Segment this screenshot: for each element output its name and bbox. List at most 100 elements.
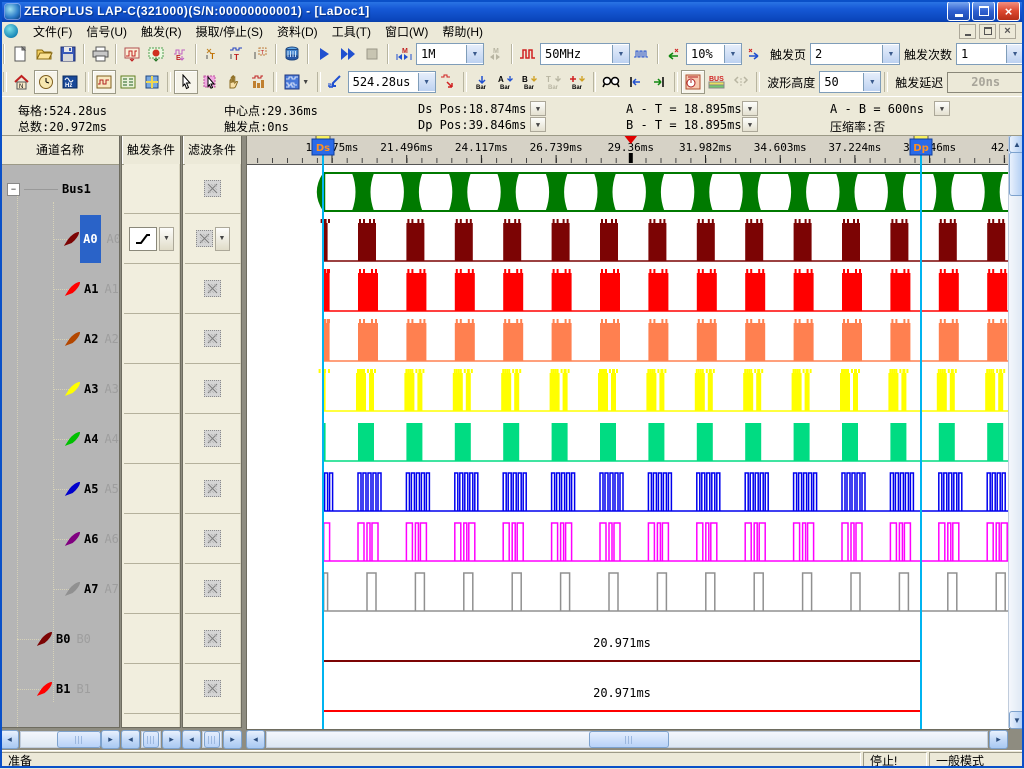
mdi-close-button[interactable]: × xyxy=(999,24,1016,39)
channel-id[interactable]: B0 xyxy=(56,632,70,646)
menu-4[interactable]: 资料(D) xyxy=(270,22,325,41)
run-repeat-button[interactable] xyxy=(336,42,360,66)
channel-row-A7[interactable]: A7A7 xyxy=(1,564,120,614)
dont-care-box[interactable] xyxy=(204,280,221,297)
trigger-ratio-dropdown[interactable]: ▼ xyxy=(724,45,741,63)
dont-care-box[interactable] xyxy=(204,580,221,597)
menu-0[interactable]: 文件(F) xyxy=(26,22,79,41)
filter-cell-B1[interactable] xyxy=(185,664,241,714)
channel-id[interactable]: A6 xyxy=(84,532,98,546)
memory-depth-combo[interactable]: 1M ▼ xyxy=(416,43,484,65)
zoom-in-cursor-icon[interactable] xyxy=(324,70,348,94)
trigger-delay-field[interactable]: 20ns xyxy=(947,72,1024,93)
channel-row-A2[interactable]: A2A2 xyxy=(1,314,120,364)
bus-analyzer-button[interactable] xyxy=(280,42,304,66)
minimize-button[interactable] xyxy=(947,1,970,21)
scroll-left-button[interactable]: ◂ xyxy=(0,730,19,749)
channel-row-B0[interactable]: B0B0 xyxy=(1,614,120,664)
waveform-area[interactable]: 18.875ms21.496ms24.117ms26.739ms29.36ms3… xyxy=(246,134,1010,730)
trigger-ratio-combo[interactable]: 10% ▼ xyxy=(686,43,742,65)
scroll-left-button[interactable]: ◂ xyxy=(246,730,265,749)
open-file-button[interactable] xyxy=(32,42,56,66)
trigger-cell-A2[interactable] xyxy=(124,314,180,364)
scroll-right-button[interactable]: ▸ xyxy=(223,730,242,749)
trigger-page-combo[interactable]: 2 ▼ xyxy=(810,43,900,65)
new-file-button[interactable] xyxy=(8,42,32,66)
memory-depth-dropdown[interactable]: ▼ xyxy=(466,45,483,63)
dont-care-box[interactable] xyxy=(204,430,221,447)
goto-start-icon[interactable] xyxy=(623,70,647,94)
scroll-thumb[interactable] xyxy=(57,731,101,748)
channel-row-B1[interactable]: B1B1 xyxy=(1,664,120,714)
capture-wave-red-button[interactable] xyxy=(120,42,144,66)
channel-row-A0[interactable]: A0A0 xyxy=(1,214,120,264)
filter-cell-A2[interactable] xyxy=(185,314,241,364)
trigger-cell-A6[interactable] xyxy=(124,514,180,564)
filter-cell-B0[interactable] xyxy=(185,614,241,664)
scroll-thumb[interactable] xyxy=(143,731,159,748)
multi-select-cursor-button[interactable] xyxy=(198,70,222,94)
trigger-count-combo[interactable]: 1 ▼ xyxy=(956,43,1024,65)
filter-cell-A1[interactable] xyxy=(185,264,241,314)
sampling-wave-icon[interactable] xyxy=(630,42,654,66)
channel-row-A1[interactable]: A1A1 xyxy=(1,264,120,314)
title-bar[interactable]: ZEROPLUS LAP-C(321000)(S/N:00000000001) … xyxy=(0,0,1024,22)
restore-button[interactable] xyxy=(972,1,995,21)
stop-button[interactable] xyxy=(360,42,384,66)
bar-dropdown-icon[interactable]: Bar xyxy=(470,70,494,94)
mdi-minimize-button[interactable] xyxy=(959,24,976,39)
a-t-dropdown[interactable]: ▼ xyxy=(742,101,758,116)
bus-view-button[interactable]: BUS xyxy=(705,70,729,94)
dont-care-box[interactable] xyxy=(204,180,221,197)
menu-6[interactable]: 窗口(W) xyxy=(378,22,435,41)
scroll-left-button[interactable]: ◂ xyxy=(121,730,140,749)
memory-page-next-icon[interactable]: M xyxy=(484,42,508,66)
close-button[interactable]: × xyxy=(997,1,1020,21)
menu-1[interactable]: 信号(U) xyxy=(79,22,134,41)
channel-id[interactable]: A0 xyxy=(80,215,100,263)
time-div-dropdown[interactable]: ▼ xyxy=(418,73,435,91)
filter-cell-A7[interactable] xyxy=(185,564,241,614)
channel-id[interactable]: A4 xyxy=(84,432,98,446)
trigger-cell-A0[interactable]: ▼ xyxy=(124,214,180,264)
save-button[interactable] xyxy=(56,42,80,66)
menu-3[interactable]: 摄取/停止(S) xyxy=(189,22,270,41)
trigger-mark-wave-button[interactable]: T xyxy=(224,42,248,66)
sampling-setup-icon[interactable] xyxy=(516,42,540,66)
a-b-dropdown[interactable]: ▼ xyxy=(934,101,950,116)
dont-care-box[interactable] xyxy=(204,530,221,547)
trigger-cell-bus[interactable] xyxy=(124,164,180,214)
hand-tool-button[interactable] xyxy=(222,70,246,94)
dont-care-box[interactable] xyxy=(196,230,213,247)
channel-id[interactable]: A3 xyxy=(84,382,98,396)
trigger-cell-A1[interactable] xyxy=(124,264,180,314)
waveform-horizontal-scrollbar[interactable]: ◂ ▸ xyxy=(246,728,1008,750)
bus-row[interactable]: −Bus1 xyxy=(1,164,120,214)
rising-edge-button[interactable] xyxy=(129,227,157,251)
trigger-cell-extra[interactable] xyxy=(124,714,180,728)
filter-cell-A0[interactable]: ▼ xyxy=(185,214,241,264)
sample-rate-combo[interactable]: 50MHz ▼ xyxy=(540,43,630,65)
dp-pos-dropdown[interactable]: ▼ xyxy=(530,117,546,132)
waveform-vertical-scrollbar[interactable]: ▲ ▼ xyxy=(1008,134,1024,728)
filter-cell-extra[interactable] xyxy=(185,714,241,728)
t-bar-icon[interactable]: TBar xyxy=(542,70,566,94)
memory-page-prev-icon[interactable]: M xyxy=(392,42,416,66)
condition-dropdown[interactable]: ▼ xyxy=(159,227,174,251)
channel-id[interactable]: A2 xyxy=(84,332,98,346)
zoom-out-cursor-icon[interactable] xyxy=(436,70,460,94)
timing-mode-button[interactable] xyxy=(681,70,705,94)
run-button[interactable] xyxy=(312,42,336,66)
a-bar-icon[interactable]: ABar xyxy=(494,70,518,94)
trigger-cell-A4[interactable] xyxy=(124,414,180,464)
frequency-button[interactable]: Hz xyxy=(58,70,82,94)
scroll-thumb[interactable] xyxy=(204,731,220,748)
trigger-count-dropdown[interactable]: ▼ xyxy=(1006,45,1023,63)
filter-cell-A5[interactable] xyxy=(185,464,241,514)
trigger-panel-scrollbar[interactable]: ◂ ▸ xyxy=(121,728,181,750)
bus-pattern-combo-button[interactable]: ▼ xyxy=(280,70,314,94)
menu-7[interactable]: 帮助(H) xyxy=(435,22,490,41)
find-button[interactable] xyxy=(599,70,623,94)
scroll-right-button[interactable]: ▸ xyxy=(162,730,181,749)
scroll-up-button[interactable]: ▲ xyxy=(1009,135,1024,153)
